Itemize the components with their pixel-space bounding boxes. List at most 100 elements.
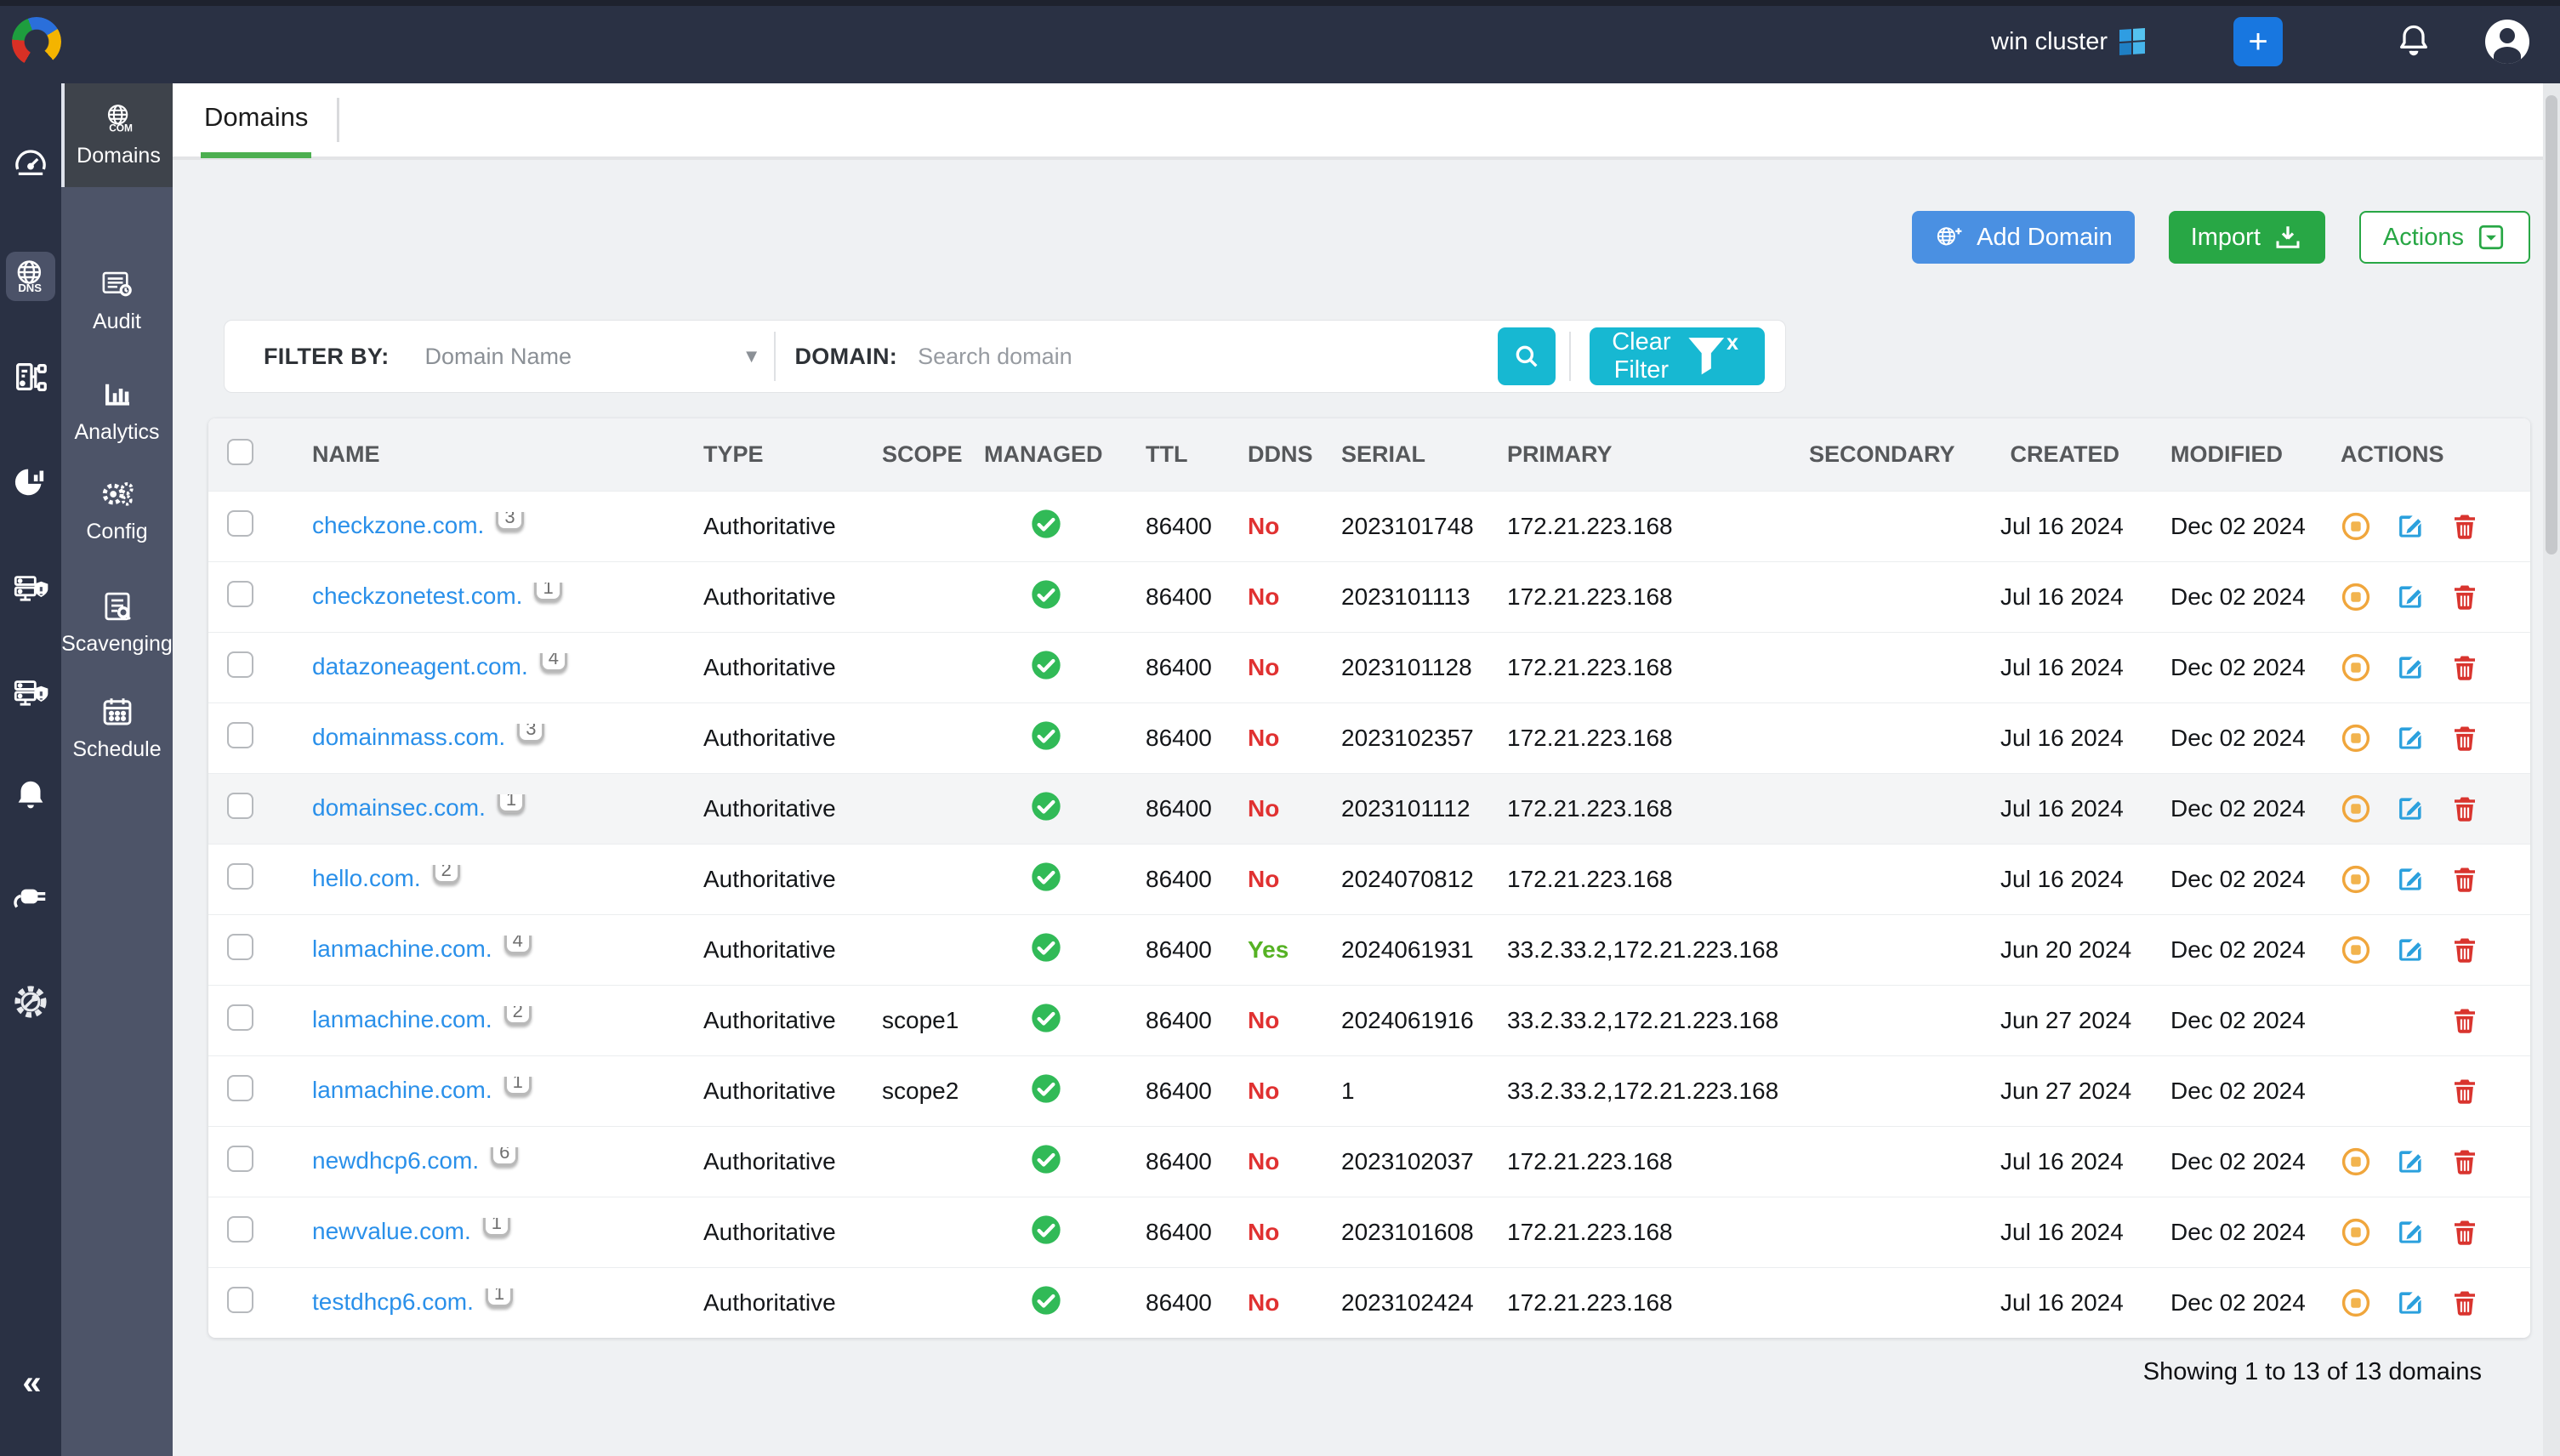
row-checkbox[interactable] — [227, 510, 253, 537]
server-security-icon[interactable] — [11, 568, 50, 607]
actions-button[interactable]: Actions — [2359, 211, 2530, 264]
column-header-scope[interactable]: SCOPE — [863, 441, 965, 468]
row-checkbox[interactable] — [227, 793, 253, 819]
column-header-created[interactable]: CREATED — [1982, 441, 2152, 468]
column-header-serial[interactable]: SERIAL — [1323, 441, 1488, 468]
select-all-checkbox[interactable] — [227, 439, 253, 465]
domain-link[interactable]: checkzone.com. — [312, 512, 484, 538]
delete-domain-button[interactable] — [2449, 582, 2480, 612]
domain-link[interactable]: datazoneagent.com. — [312, 653, 528, 680]
delete-domain-button[interactable] — [2449, 511, 2480, 542]
domain-link[interactable]: hello.com. — [312, 865, 421, 891]
delete-domain-button[interactable] — [2449, 1217, 2480, 1248]
row-checkbox[interactable] — [227, 1287, 253, 1313]
row-checkbox[interactable] — [227, 1216, 253, 1243]
user-avatar[interactable] — [2485, 20, 2529, 64]
tab-domains[interactable]: Domains — [201, 82, 311, 158]
delete-domain-button[interactable] — [2449, 1146, 2480, 1177]
domain-link[interactable]: domainsec.com. — [312, 794, 486, 821]
disable-domain-button[interactable] — [2341, 1217, 2371, 1248]
edit-domain-button[interactable] — [2395, 511, 2426, 542]
add-domain-button[interactable]: Add Domain — [1912, 211, 2135, 264]
reports-pie-icon[interactable] — [11, 462, 50, 501]
collapse-sidebar-icon[interactable]: « — [11, 1363, 50, 1402]
edit-domain-button[interactable] — [2395, 1217, 2426, 1248]
delete-domain-button[interactable] — [2449, 1076, 2480, 1106]
row-checkbox[interactable] — [227, 1075, 253, 1101]
dashboard-icon[interactable] — [11, 143, 50, 182]
sidebar-item-audit[interactable]: Audit — [61, 266, 173, 334]
search-button[interactable] — [1498, 327, 1556, 385]
dns-icon[interactable]: DNS — [6, 252, 55, 301]
scrollbar-thumb[interactable] — [2546, 95, 2557, 555]
server-monitor-icon[interactable] — [11, 673, 50, 712]
disable-domain-button[interactable] — [2341, 511, 2371, 542]
delete-domain-button[interactable] — [2449, 1005, 2480, 1036]
delete-domain-button[interactable] — [2449, 935, 2480, 965]
disable-domain-button[interactable] — [2341, 793, 2371, 824]
add-button[interactable]: + — [2233, 17, 2283, 66]
sidebar-item-scavenging[interactable]: Scavenging — [61, 589, 173, 657]
disable-domain-button[interactable] — [2341, 723, 2371, 754]
column-header-managed[interactable]: MANAGED — [965, 441, 1127, 468]
row-checkbox[interactable] — [227, 863, 253, 890]
row-checkbox[interactable] — [227, 934, 253, 960]
domain-search-input[interactable] — [916, 343, 1498, 371]
integrations-plug-icon[interactable] — [11, 877, 50, 916]
filter-by-select[interactable]: Domain Name ▼ — [424, 344, 760, 370]
row-checkbox[interactable] — [227, 722, 253, 748]
sidebar-item-analytics[interactable]: Analytics — [61, 377, 173, 445]
domain-link[interactable]: lanmachine.com. — [312, 936, 492, 962]
row-checkbox[interactable] — [227, 651, 253, 678]
clear-filter-button[interactable]: Clear Filter x — [1590, 327, 1765, 385]
edit-domain-button[interactable] — [2395, 723, 2426, 754]
column-header-ttl[interactable]: TTL — [1127, 441, 1229, 468]
disable-domain-button[interactable] — [2341, 1288, 2371, 1318]
sidebar-item-config[interactable]: Config — [61, 476, 173, 544]
notifications-bell-icon[interactable] — [2395, 21, 2432, 62]
disable-domain-button[interactable] — [2341, 1146, 2371, 1177]
admin-tools-icon[interactable] — [11, 982, 50, 1021]
disable-domain-button[interactable] — [2341, 582, 2371, 612]
edit-domain-button[interactable] — [2395, 864, 2426, 895]
edit-domain-button[interactable] — [2395, 935, 2426, 965]
edit-domain-button[interactable] — [2395, 582, 2426, 612]
delete-domain-button[interactable] — [2449, 864, 2480, 895]
disable-domain-button[interactable] — [2341, 652, 2371, 683]
domain-link[interactable]: newvalue.com. — [312, 1218, 471, 1244]
network-objects-icon[interactable] — [11, 358, 50, 397]
delete-domain-button[interactable] — [2449, 723, 2480, 754]
page-scrollbar[interactable] — [2543, 83, 2560, 1456]
disable-domain-button[interactable] — [2341, 864, 2371, 895]
column-header-ddns[interactable]: DDNS — [1229, 441, 1323, 468]
alerts-bell-icon[interactable] — [11, 776, 50, 816]
domain-link[interactable]: lanmachine.com. — [312, 1077, 492, 1103]
disable-domain-button[interactable] — [2341, 935, 2371, 965]
edit-domain-button[interactable] — [2395, 1146, 2426, 1177]
domain-link[interactable]: testdhcp6.com. — [312, 1288, 474, 1315]
column-header-type[interactable]: TYPE — [685, 441, 863, 468]
edit-domain-button[interactable] — [2395, 793, 2426, 824]
edit-domain-button[interactable] — [2395, 652, 2426, 683]
domain-link[interactable]: domainmass.com. — [312, 724, 505, 750]
row-checkbox[interactable] — [227, 1146, 253, 1172]
column-header-modified[interactable]: MODIFIED — [2152, 441, 2322, 468]
delete-domain-button[interactable] — [2449, 793, 2480, 824]
import-button[interactable]: Import — [2169, 211, 2325, 264]
delete-domain-button[interactable] — [2449, 1288, 2480, 1318]
edit-domain-button[interactable] — [2395, 1288, 2426, 1318]
delete-domain-button[interactable] — [2449, 652, 2480, 683]
domain-link[interactable]: newdhcp6.com. — [312, 1147, 479, 1174]
domain-link[interactable]: lanmachine.com. — [312, 1006, 492, 1032]
column-header-name[interactable]: NAME — [293, 441, 685, 468]
column-header-primary[interactable]: PRIMARY — [1488, 441, 1790, 468]
row-checkbox[interactable] — [227, 581, 253, 607]
column-header-secondary[interactable]: SECONDARY — [1790, 441, 1982, 468]
cell-primary: 172.21.223.168 — [1488, 1148, 1790, 1175]
sidebar-item-schedule[interactable]: Schedule — [61, 694, 173, 762]
sidebar-item-domains[interactable]: COM Domains — [61, 83, 173, 187]
domain-link[interactable]: checkzonetest.com. — [312, 583, 522, 609]
cluster-selector[interactable]: win cluster — [1991, 28, 2145, 56]
column-header-actions[interactable]: ACTIONS — [2322, 441, 2526, 468]
row-checkbox[interactable] — [227, 1004, 253, 1031]
